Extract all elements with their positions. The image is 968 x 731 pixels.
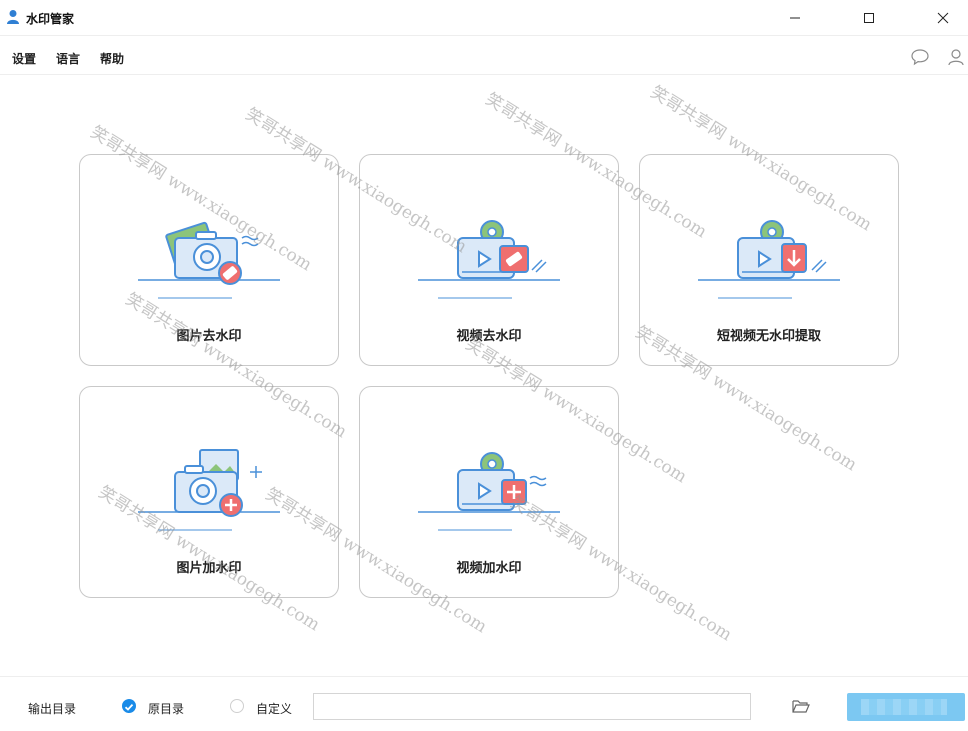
window-title: 水印管家 [26, 12, 75, 26]
output-bar: 输出目录 原目录 自定义 [0, 676, 968, 731]
output-directory-label: 输出目录 [28, 702, 77, 716]
maximize-icon [864, 13, 874, 23]
tool-card-photo-remove-watermark[interactable]: 图片去水印 [79, 154, 339, 366]
tool-label: 视频去水印 [456, 329, 522, 344]
menu-language[interactable]: 语言 [56, 50, 80, 67]
radio-custom-directory[interactable] [230, 699, 244, 713]
close-icon [937, 12, 949, 24]
tool-card-short-video-extract[interactable]: 短视频无水印提取 [639, 154, 899, 366]
radio-label-custom[interactable]: 自定义 [256, 700, 292, 717]
close-button[interactable] [920, 0, 966, 36]
chat-bubble-icon[interactable] [910, 47, 930, 67]
maximize-button[interactable] [846, 0, 892, 36]
tool-label: 短视频无水印提取 [716, 329, 821, 344]
minimize-icon [790, 17, 800, 19]
folder-icon[interactable] [792, 698, 810, 714]
photo-add-watermark-icon [138, 449, 280, 531]
user-icon[interactable] [946, 47, 966, 67]
radio-label-original[interactable]: 原目录 [148, 700, 184, 717]
tool-label: 视频加水印 [456, 561, 522, 576]
video-remove-watermark-icon [418, 220, 560, 299]
output-path-input[interactable] [313, 693, 751, 720]
tool-label: 图片加水印 [176, 561, 242, 576]
radio-original-directory[interactable] [122, 699, 136, 713]
video-add-watermark-icon [418, 452, 560, 531]
app-logo-icon [7, 10, 19, 24]
start-button[interactable] [847, 693, 965, 721]
title-bar: 水印管家 [0, 0, 968, 36]
minimize-button[interactable] [772, 0, 818, 36]
tool-card-video-remove-watermark[interactable]: 视频去水印 [359, 154, 619, 366]
menu-help[interactable]: 帮助 [100, 50, 124, 67]
menu-settings[interactable]: 设置 [12, 50, 36, 67]
short-video-extract-icon [698, 220, 840, 299]
tool-label: 图片去水印 [176, 329, 242, 344]
tool-card-photo-add-watermark[interactable]: 图片加水印 [79, 386, 339, 598]
menu-bar: 设置 语言 帮助 [0, 37, 968, 75]
photo-remove-watermark-icon [138, 221, 280, 299]
tool-card-video-add-watermark[interactable]: 视频加水印 [359, 386, 619, 598]
checkmark-icon [124, 703, 134, 711]
